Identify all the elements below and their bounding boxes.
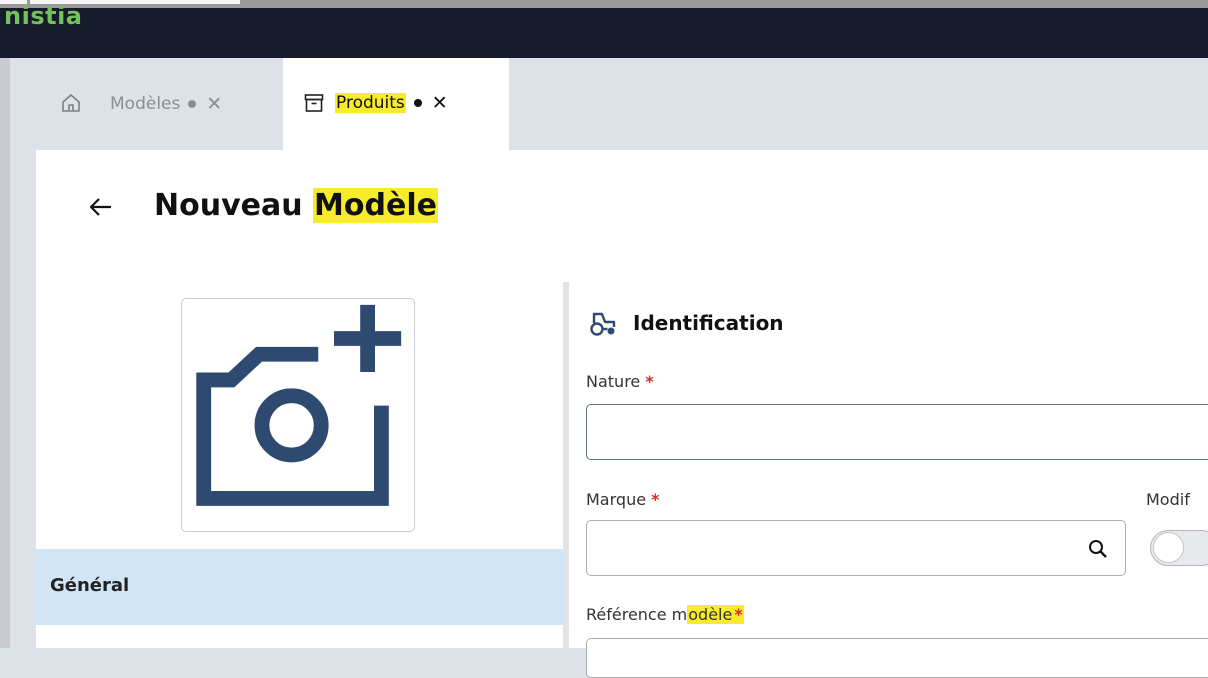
tab-modeles[interactable]: Modèles ✕ [110,92,222,116]
nature-label: Nature * [586,372,654,391]
required-asterisk: * [651,490,660,509]
page-title-text: Nouveau [154,188,314,223]
section-header: Identification [589,308,784,338]
page-title: Nouveau Modèle [154,188,438,223]
brand-logo-text: nistia [4,2,83,30]
tab-label: Modèles [110,94,181,114]
modif-toggle[interactable] [1150,530,1208,566]
toggle-knob [1153,532,1184,563]
window-top-strip [0,0,1208,8]
panel-divider [563,282,569,648]
home-icon[interactable] [60,92,82,114]
app-header: nistia [0,2,1208,58]
reference-label-text: Référence m [586,605,688,624]
sidebar-item-label: Général [50,575,130,596]
required-asterisk: * [645,372,654,391]
tractor-icon [589,308,619,338]
close-icon[interactable]: ✕ [206,94,222,114]
reference-label-highlight: odèle [687,605,734,624]
left-edge-strip [0,58,10,648]
tab-produits[interactable]: Produits ✕ [283,58,509,150]
nature-field[interactable] [586,404,1208,460]
required-asterisk: * [733,605,744,624]
marque-label: Marque * [586,490,660,509]
add-photo-button[interactable] [181,298,415,532]
archive-icon [303,92,325,114]
tab-label: Produits [335,93,406,113]
nature-label-text: Nature [586,372,646,391]
reference-label: Référence modèle * [586,605,744,624]
page-title-highlight: Modèle [313,188,438,223]
reference-field[interactable] [586,638,1208,678]
sidebar-item-general[interactable]: Général [36,549,563,625]
close-icon[interactable]: ✕ [432,93,448,113]
modif-label: Modif [1146,490,1190,509]
unsaved-dot-icon [188,100,197,108]
tab-bar: Modèles ✕ Produits ✕ [10,58,1208,150]
main-panel: Nouveau Modèle Général Identification Na… [36,150,1208,678]
add-photo-icon [196,304,402,506]
marque-label-text: Marque [586,490,652,509]
section-title: Identification [633,311,784,335]
search-icon[interactable] [1087,538,1109,560]
back-arrow-icon[interactable] [86,192,116,222]
marque-field[interactable] [586,520,1126,576]
unsaved-dot-icon [413,99,422,107]
